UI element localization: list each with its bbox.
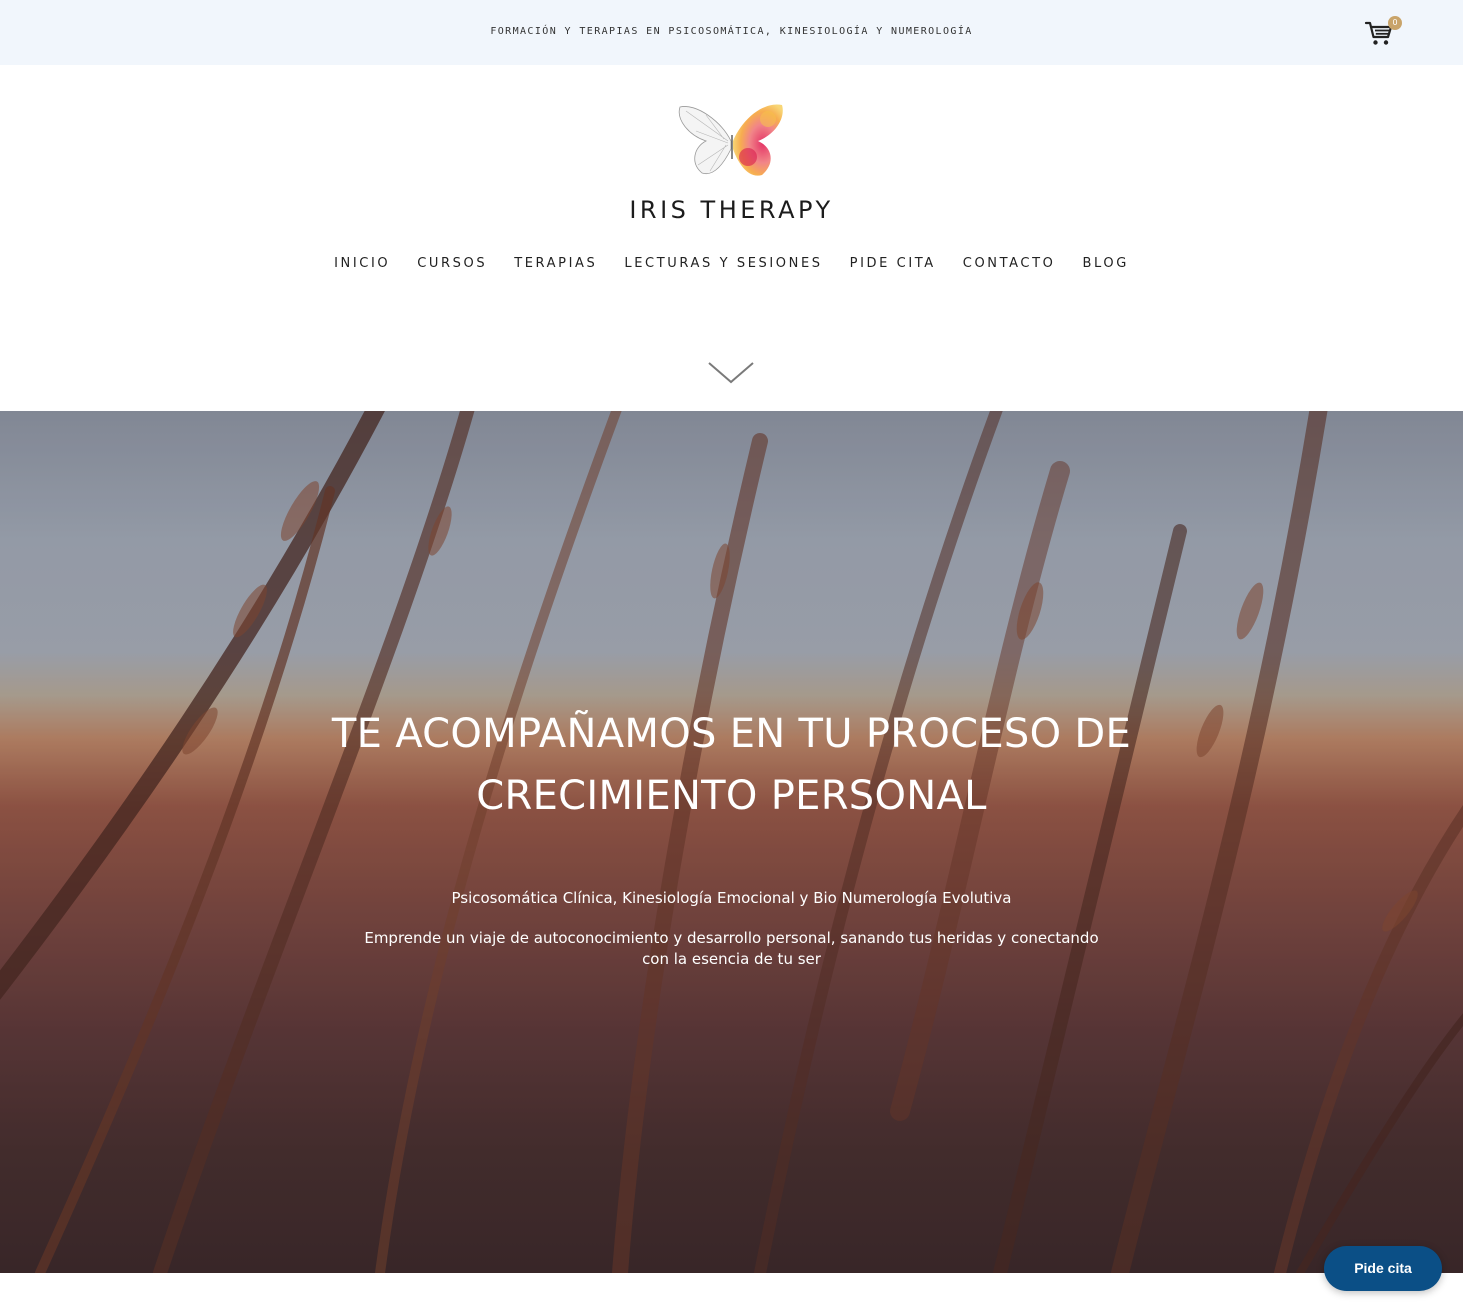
hero-title: TE ACOMPAÑAMOS EN TU PROCESO DE CRECIMIE… [0, 703, 1463, 827]
nav-item-inicio[interactable]: INICIO [334, 256, 390, 271]
hero-section: TE ACOMPAÑAMOS EN TU PROCESO DE CRECIMIE… [0, 411, 1463, 1273]
nav-item-blog[interactable]: BLOG [1082, 256, 1128, 271]
nav-item-lecturas-y-sesiones[interactable]: LECTURAS Y SESIONES [624, 256, 822, 271]
hero-title-line-2: CRECIMIENTO PERSONAL [476, 773, 987, 819]
nav-item-pide-cita[interactable]: PIDE CITA [850, 256, 936, 271]
hero-description: Emprende un viaje de autoconocimiento y … [364, 929, 1099, 968]
hero-subtitle: Psicosomática Clínica, Kinesiología Emoc… [451, 889, 1012, 907]
butterfly-logo-icon[interactable] [676, 101, 786, 183]
cart-count-badge: 0 [1388, 16, 1402, 30]
nav-item-cursos[interactable]: CURSOS [417, 256, 487, 271]
pide-cita-floating-button[interactable]: Pide cita [1324, 1246, 1442, 1291]
nav-item-terapias[interactable]: TERAPIAS [514, 256, 597, 271]
chevron-down-icon[interactable] [708, 361, 754, 385]
nav-item-contacto[interactable]: CONTACTO [963, 256, 1056, 271]
main-nav: INICIO CURSOS TERAPIAS LECTURAS Y SESION… [0, 256, 1463, 271]
brand-name[interactable]: IRIS THERAPY [0, 196, 1463, 224]
hero-title-line-1: TE ACOMPAÑAMOS EN TU PROCESO DE [331, 711, 1132, 757]
tagline: FORMACIÓN Y TERAPIAS EN PSICOSOMÁTICA, K… [490, 26, 973, 37]
site-header: IRIS THERAPY INICIO CURSOS TERAPIAS LECT… [0, 65, 1463, 411]
cart-button[interactable]: 0 [1364, 16, 1402, 48]
top-bar: FORMACIÓN Y TERAPIAS EN PSICOSOMÁTICA, K… [0, 0, 1463, 65]
